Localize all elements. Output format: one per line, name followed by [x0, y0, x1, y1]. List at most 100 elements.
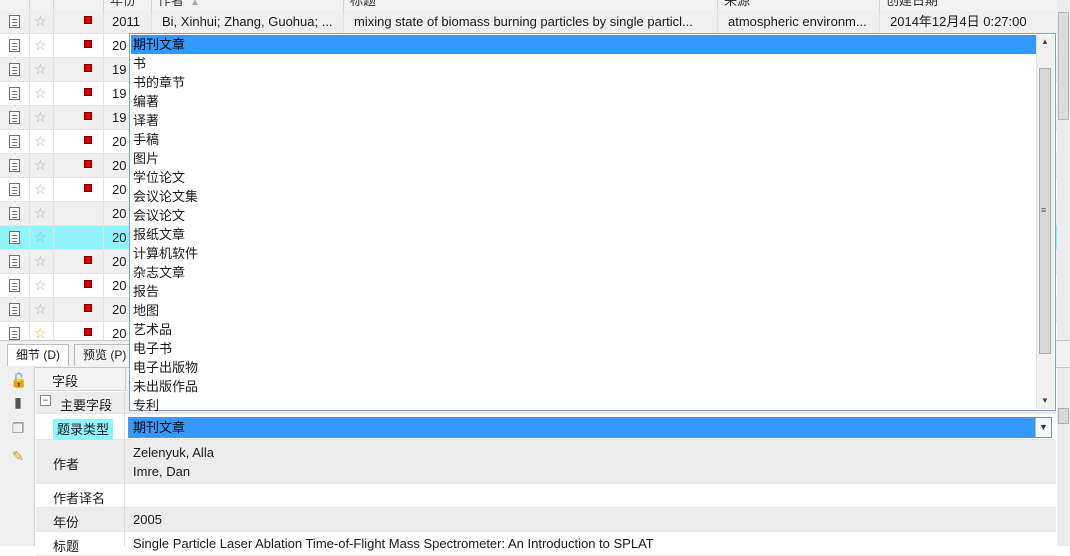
- brush-icon[interactable]: ✎: [10, 448, 26, 464]
- dropdown-option[interactable]: 学位论文: [131, 168, 1036, 187]
- grid-vertical-scrollbar[interactable]: [1057, 0, 1070, 340]
- dropdown-option[interactable]: 报纸文章: [131, 225, 1036, 244]
- document-icon[interactable]: [9, 255, 20, 268]
- dropdown-option[interactable]: 图片: [131, 149, 1036, 168]
- red-flag-icon[interactable]: [84, 256, 92, 264]
- cell-divider: [53, 298, 54, 321]
- dropdown-option[interactable]: 艺术品: [131, 320, 1036, 339]
- header-source[interactable]: 来源: [718, 0, 880, 10]
- red-flag-icon[interactable]: [84, 16, 92, 24]
- dropdown-option[interactable]: 计算机软件: [131, 244, 1036, 263]
- lock-icon[interactable]: 🔓: [10, 372, 27, 388]
- cell-divider: [53, 58, 54, 81]
- document-icon[interactable]: [9, 111, 20, 124]
- header-flag-col[interactable]: [54, 0, 104, 10]
- star-icon[interactable]: ☆: [34, 180, 47, 198]
- red-flag-icon[interactable]: [84, 184, 92, 192]
- scroll-up-icon[interactable]: ▲: [1041, 37, 1049, 46]
- star-icon[interactable]: ☆: [34, 156, 47, 174]
- star-icon[interactable]: ☆: [34, 228, 47, 246]
- star-icon[interactable]: ☆: [34, 252, 47, 270]
- document-icon[interactable]: [9, 231, 20, 244]
- star-icon[interactable]: ☆: [34, 12, 47, 30]
- field-row-author[interactable]: 作者 Zelenyuk, Alla Imre, Dan: [36, 440, 1056, 484]
- document-icon[interactable]: [9, 279, 20, 292]
- star-icon[interactable]: ☆: [34, 84, 47, 102]
- field-label-reftype-text: 题录类型: [53, 419, 114, 440]
- red-flag-icon[interactable]: [84, 136, 92, 144]
- header-created[interactable]: 创建日期: [880, 0, 1058, 10]
- dropdown-option[interactable]: 编著: [131, 92, 1036, 111]
- dropdown-scrollbar[interactable]: ▲ ≡ ▼: [1036, 35, 1054, 409]
- document-icon[interactable]: [9, 87, 20, 100]
- fields-scroll-thumb[interactable]: [1058, 408, 1069, 424]
- fields-vertical-scrollbar[interactable]: [1057, 368, 1070, 546]
- star-icon[interactable]: ☆: [34, 60, 47, 78]
- field-value-title[interactable]: Single Particle Laser Ablation Time-of-F…: [133, 536, 654, 551]
- document-icon[interactable]: [9, 327, 20, 340]
- grid-scroll-thumb[interactable]: [1058, 12, 1069, 120]
- star-icon[interactable]: ☆: [34, 204, 47, 222]
- red-flag-icon[interactable]: [84, 328, 92, 336]
- document-icon[interactable]: [9, 159, 20, 172]
- dropdown-option[interactable]: 会议论文集: [131, 187, 1036, 206]
- red-flag-icon[interactable]: [84, 64, 92, 72]
- field-value-author[interactable]: Zelenyuk, Alla Imre, Dan: [133, 443, 214, 481]
- star-icon[interactable]: ☆: [34, 108, 47, 126]
- document-icon[interactable]: [9, 303, 20, 316]
- field-label-translated-author: 作者译名: [53, 491, 106, 506]
- document-icon[interactable]: [9, 15, 20, 28]
- dropdown-option[interactable]: 报告: [131, 282, 1036, 301]
- dropdown-option[interactable]: 杂志文章: [131, 263, 1036, 282]
- dropdown-option[interactable]: 电子书: [131, 339, 1036, 358]
- star-icon[interactable]: ☆: [34, 324, 47, 340]
- star-icon[interactable]: ☆: [34, 276, 47, 294]
- dropdown-option[interactable]: 专利: [131, 396, 1036, 415]
- cell-divider: [717, 10, 718, 33]
- header-author[interactable]: 作者 ▲: [152, 0, 344, 10]
- dropdown-option[interactable]: 书: [131, 54, 1036, 73]
- document-icon[interactable]: [9, 135, 20, 148]
- dropdown-option[interactable]: 地图: [131, 301, 1036, 320]
- red-flag-icon[interactable]: [84, 40, 92, 48]
- copy-icon[interactable]: ❐: [10, 420, 26, 436]
- collapse-icon[interactable]: −: [40, 395, 51, 406]
- star-icon[interactable]: ☆: [34, 132, 47, 150]
- dropdown-option[interactable]: 期刊文章: [131, 35, 1036, 54]
- cell-divider: [53, 178, 54, 201]
- header-star-col[interactable]: [30, 0, 54, 10]
- reftype-combobox[interactable]: 期刊文章 ▼: [128, 417, 1052, 438]
- header-title[interactable]: 标题: [344, 0, 718, 10]
- dropdown-option[interactable]: 手稿: [131, 130, 1036, 149]
- dropdown-option[interactable]: 电子出版物: [131, 358, 1036, 377]
- red-flag-icon[interactable]: [84, 280, 92, 288]
- document-icon[interactable]: [9, 63, 20, 76]
- field-row-year[interactable]: 年份 2005: [36, 508, 1056, 532]
- tab-preview[interactable]: 预览 (P): [74, 344, 136, 366]
- dropdown-option[interactable]: 书的章节: [131, 73, 1036, 92]
- dropdown-option[interactable]: 会议论文: [131, 206, 1036, 225]
- document-icon[interactable]: [9, 39, 20, 52]
- field-row-translated-author[interactable]: 作者译名: [36, 484, 1056, 508]
- field-value-year[interactable]: 2005: [133, 512, 162, 527]
- scroll-down-icon[interactable]: ▼: [1041, 396, 1049, 405]
- header-year[interactable]: 年份: [104, 0, 152, 10]
- red-flag-icon[interactable]: [84, 112, 92, 120]
- field-row-title[interactable]: 标题 Single Particle Laser Ablation Time-o…: [36, 532, 1056, 556]
- red-flag-icon[interactable]: [84, 88, 92, 96]
- document-icon[interactable]: [9, 183, 20, 196]
- dropdown-option[interactable]: 译著: [131, 111, 1036, 130]
- chevron-down-icon[interactable]: ▼: [1035, 418, 1051, 437]
- table-row[interactable]: ☆ 2011 Bi, Xinhui; Zhang, Guohua; ... mixin…: [0, 10, 1058, 34]
- tab-details[interactable]: 细节 (D): [7, 344, 69, 366]
- header-icon-col[interactable]: [0, 0, 30, 10]
- red-flag-icon[interactable]: [84, 304, 92, 312]
- cell-divider: [103, 106, 104, 129]
- star-icon[interactable]: ☆: [34, 36, 47, 54]
- star-icon[interactable]: ☆: [34, 300, 47, 318]
- red-flag-icon[interactable]: [84, 160, 92, 168]
- dropdown-option[interactable]: 未出版作品: [131, 377, 1036, 396]
- document-icon[interactable]: [9, 207, 20, 220]
- ruler-icon[interactable]: ▮: [10, 394, 26, 410]
- cell-divider: [29, 34, 30, 57]
